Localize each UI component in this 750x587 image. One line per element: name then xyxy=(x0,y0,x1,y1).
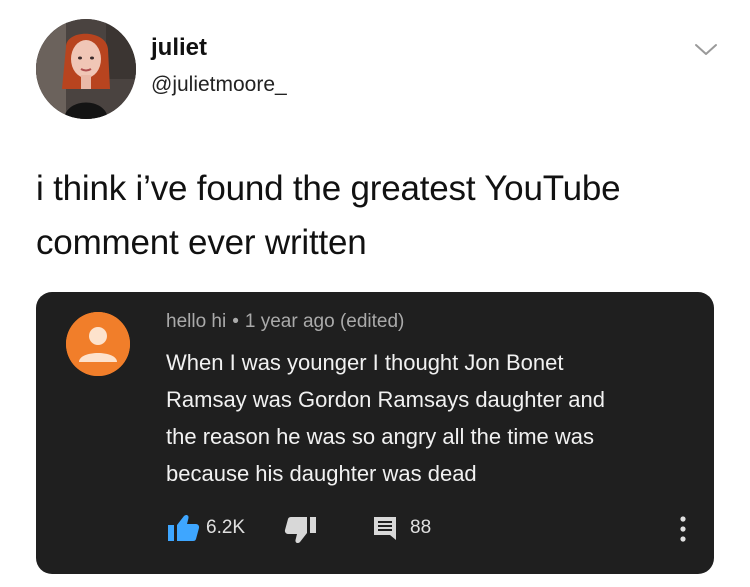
comment-timestamp[interactable]: 1 year ago (edited) xyxy=(245,311,405,332)
thumbs-down-icon[interactable] xyxy=(284,516,318,544)
comment-author[interactable]: hello hi xyxy=(166,311,226,332)
comment-icon[interactable] xyxy=(372,515,398,541)
comment-line: When I was younger I thought Jon Bonet xyxy=(166,350,564,375)
tweet-text-line: i think i’ve found the greatest YouTube xyxy=(36,169,621,208)
comment-body: When I was younger I thought Jon Bonet R… xyxy=(166,344,686,492)
tweet-screenshot: juliet @julietmoore_ i think i’ve found … xyxy=(0,0,750,587)
meta-separator: • xyxy=(232,311,239,332)
display-name[interactable]: juliet xyxy=(151,34,207,62)
reply-count: 88 xyxy=(410,517,432,538)
user-avatar[interactable] xyxy=(36,19,136,119)
comment-line: the reason he was so angry all the time … xyxy=(166,424,595,449)
comment-line: Ramsay was Gordon Ramsays daughter and xyxy=(166,387,605,412)
user-handle[interactable]: @julietmoore_ xyxy=(151,72,287,98)
comment-meta: hello hi • 1 year ago (edited) xyxy=(166,310,404,334)
youtube-comment-card: hello hi • 1 year ago (edited) When I was … xyxy=(36,292,714,574)
thumbs-up-icon[interactable] xyxy=(166,514,200,542)
comment-line: because his daughter was dead xyxy=(166,461,477,486)
tweet-text: i think i’ve found the greatest YouTube … xyxy=(36,162,716,270)
like-count: 6.2K xyxy=(206,517,246,538)
tweet-text-line: comment ever written xyxy=(36,223,367,262)
profile-photo xyxy=(36,19,136,119)
more-vertical-icon[interactable] xyxy=(676,514,690,544)
chevron-down-icon[interactable] xyxy=(691,38,721,62)
comment-actions: 6.2K 88 xyxy=(166,514,686,544)
default-avatar-icon[interactable] xyxy=(66,312,130,376)
